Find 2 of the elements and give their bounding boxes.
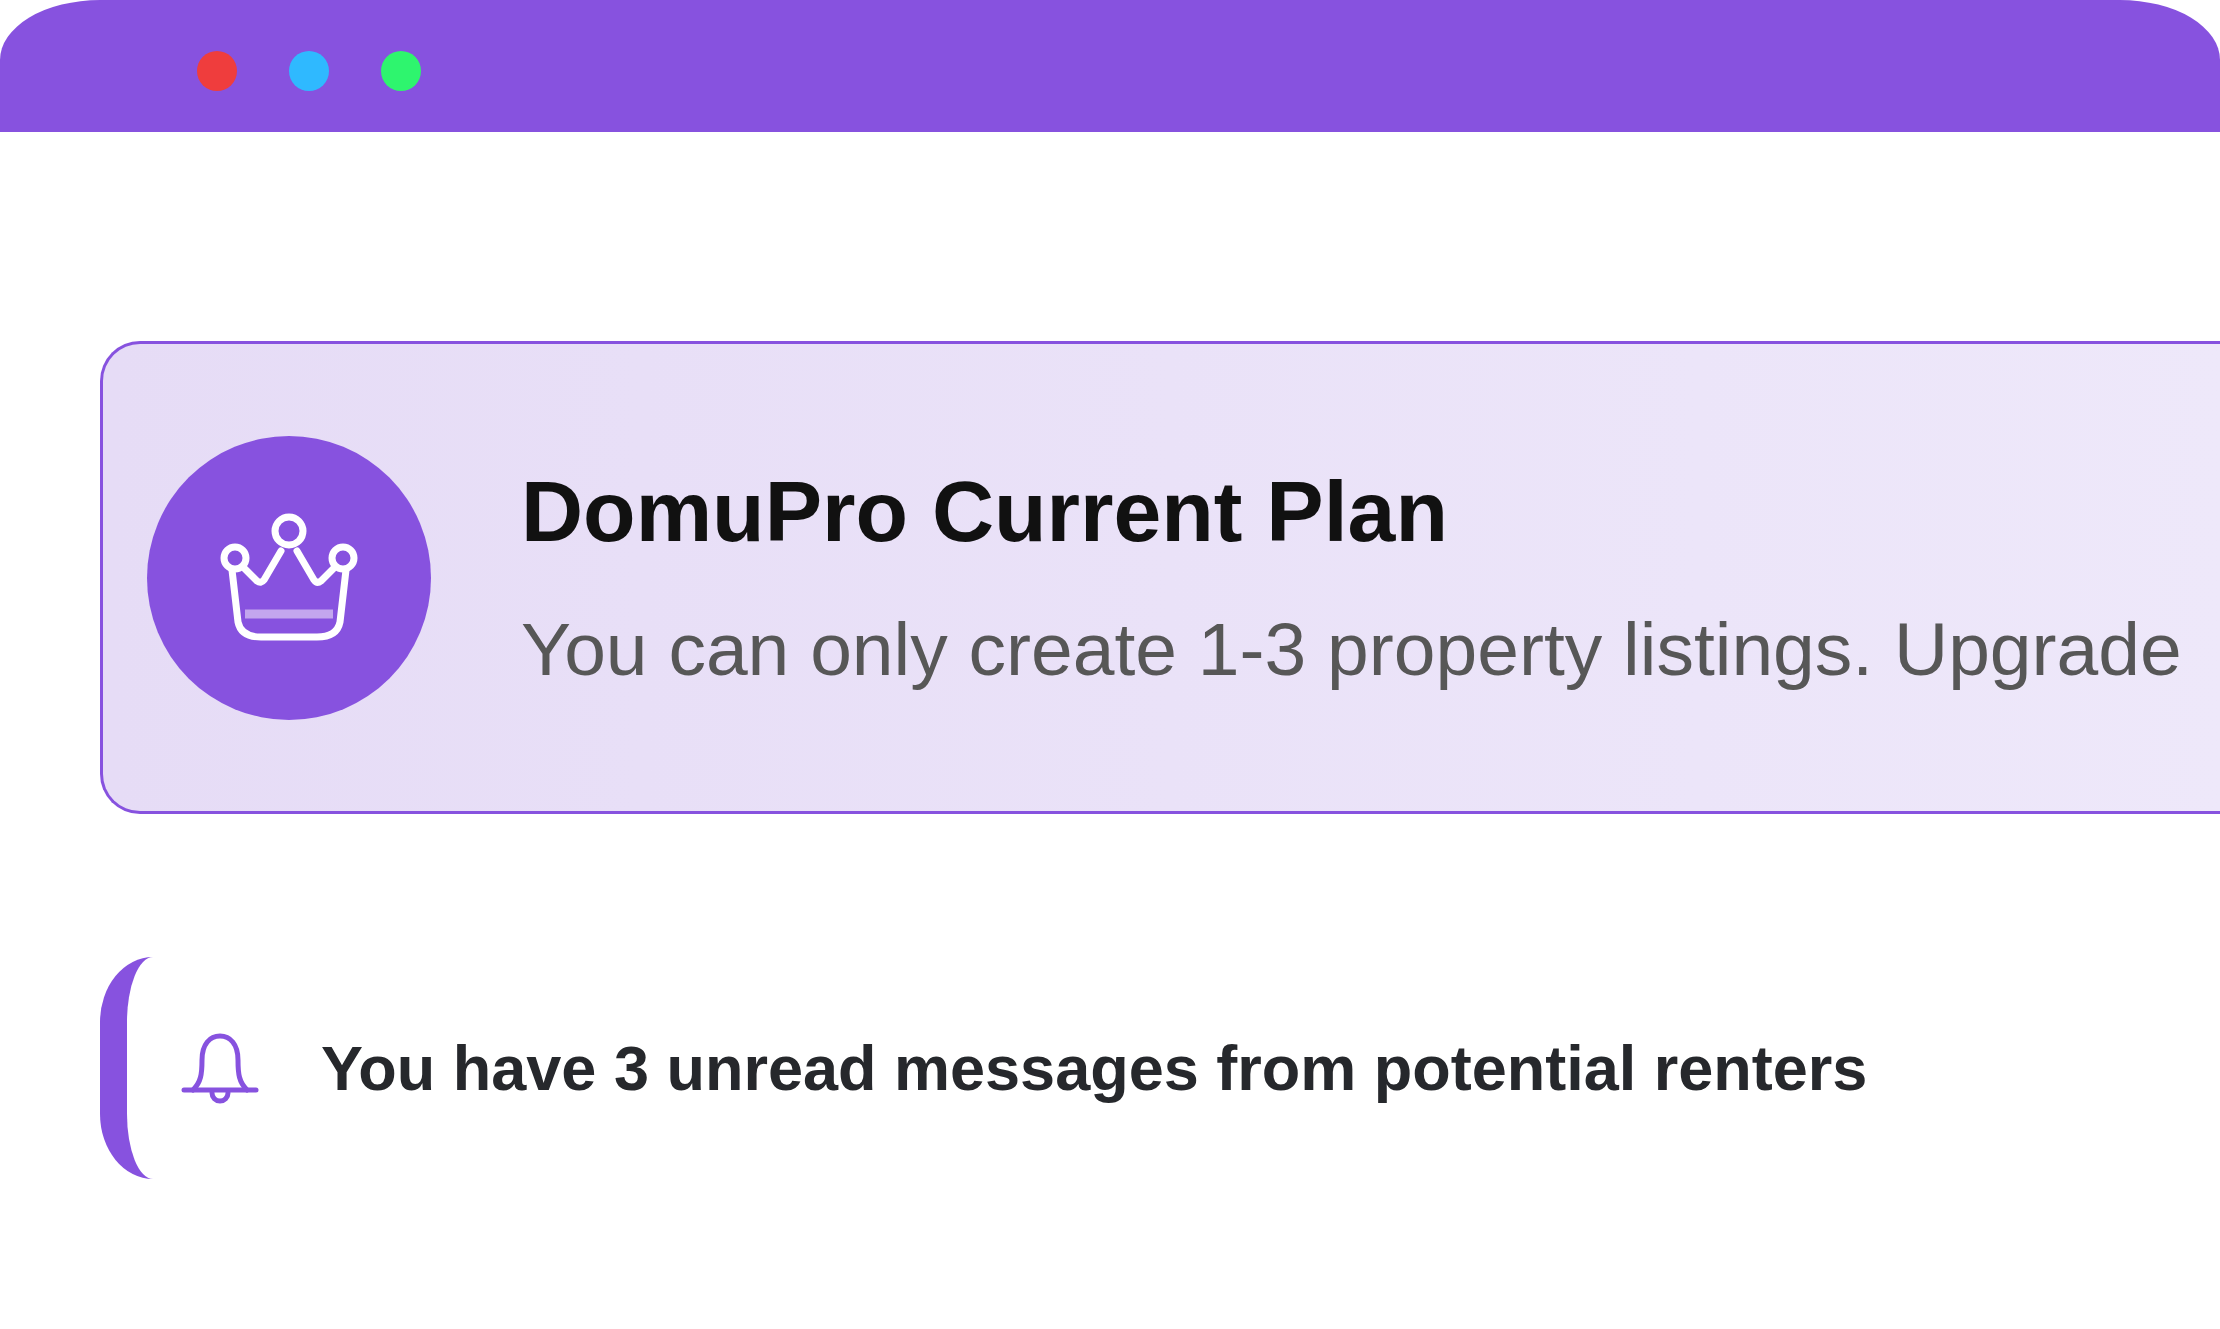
bell-icon bbox=[181, 1031, 259, 1105]
plan-title: DomuPro Current Plan bbox=[521, 468, 1449, 554]
